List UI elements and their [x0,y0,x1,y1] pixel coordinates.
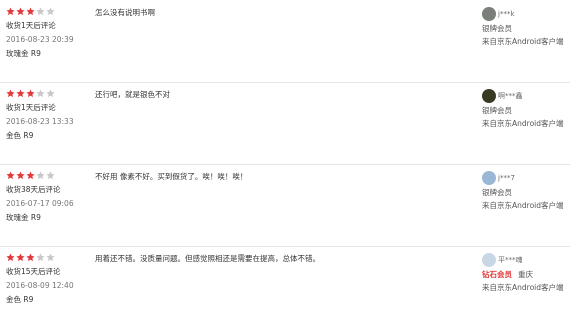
avatar[interactable] [482,89,496,103]
review-meta: 收货1天后评论 2016-08-23 13:33 金色 R9 [6,89,96,143]
star-filled-icon [6,7,15,16]
avatar[interactable] [482,7,496,21]
member-level: 银牌会员 [482,24,512,33]
review-comment: 不好用 像素不好。买到假货了。唉！唉！唉！ [95,172,248,181]
star-empty-icon [46,7,55,16]
star-filled-icon [26,7,35,16]
star-empty-icon [36,171,45,180]
star-rating [6,171,96,180]
review-item: 收货38天后评论 2016-07-17 09:06 玫瑰金 R9 不好用 像素不… [0,164,570,247]
review-item: 收货1天后评论 2016-08-23 20:39 玫瑰金 R9 怎么没有说明书啊… [0,0,570,83]
star-filled-icon [16,89,25,98]
review-date: 2016-08-23 20:39 [6,35,74,44]
review-item: 收货15天后评论 2016-08-09 12:40 金色 R9 用着还不错。没质… [0,246,570,328]
member-level: 银牌会员 [482,188,512,197]
star-filled-icon [26,89,35,98]
product-color: 玫瑰金 R9 [6,213,41,222]
star-filled-icon [16,253,25,262]
reviewer-name[interactable]: 啊***鑫 [498,91,523,101]
review-source: 来自京东Android客户端 [482,119,564,128]
reviewer-name[interactable]: j***k [498,10,515,18]
review-meta: 收货15天后评论 2016-08-09 12:40 金色 R9 [6,253,96,307]
reviewer-name[interactable]: 平***魂 [498,255,523,265]
review-date: 2016-07-17 09:06 [6,199,74,208]
avatar[interactable] [482,171,496,185]
review-meta: 收货38天后评论 2016-07-17 09:06 玫瑰金 R9 [6,171,96,225]
review-date: 2016-08-09 12:40 [6,281,74,290]
purchase-note: 收货38天后评论 [6,185,61,194]
star-filled-icon [26,171,35,180]
reviewer-info: j***k 银牌会员 来自京东Android客户端 [482,6,570,48]
star-rating [6,89,96,98]
review-date: 2016-08-23 13:33 [6,117,74,126]
review-source: 来自京东Android客户端 [482,201,564,210]
purchase-note: 收货15天后评论 [6,267,61,276]
star-filled-icon [26,253,35,262]
product-color: 金色 R9 [6,295,34,304]
star-filled-icon [6,89,15,98]
star-filled-icon [6,171,15,180]
star-empty-icon [36,89,45,98]
reviewer-location: 重庆 [518,270,533,279]
review-comment: 怎么没有说明书啊 [95,8,155,17]
reviewer-info: 平***魂 钻石会员 重庆 来自京东Android客户端 [482,252,570,294]
star-filled-icon [16,171,25,180]
star-empty-icon [46,89,55,98]
star-filled-icon [6,253,15,262]
product-color: 玫瑰金 R9 [6,49,41,58]
member-level: 钻石会员 [482,270,512,279]
star-empty-icon [46,171,55,180]
star-empty-icon [36,253,45,262]
review-meta: 收货1天后评论 2016-08-23 20:39 玫瑰金 R9 [6,7,96,61]
reviewer-name[interactable]: j***7 [498,174,515,182]
star-filled-icon [16,7,25,16]
purchase-note: 收货1天后评论 [6,103,56,112]
review-item: 收货1天后评论 2016-08-23 13:33 金色 R9 还行吧，就是银色不… [0,82,570,165]
review-source: 来自京东Android客户端 [482,37,564,46]
reviewer-info: j***7 银牌会员 来自京东Android客户端 [482,170,570,212]
reviewer-info: 啊***鑫 银牌会员 来自京东Android客户端 [482,88,570,130]
star-empty-icon [46,253,55,262]
product-color: 金色 R9 [6,131,34,140]
star-empty-icon [36,7,45,16]
member-level: 银牌会员 [482,106,512,115]
purchase-note: 收货1天后评论 [6,21,56,30]
review-comment: 还行吧，就是银色不对 [95,90,170,99]
star-rating [6,7,96,16]
review-comment: 用着还不错。没质量问题。但感觉照相还是需要在提高，总体不错。 [95,254,320,263]
avatar[interactable] [482,253,496,267]
star-rating [6,253,96,262]
review-source: 来自京东Android客户端 [482,283,564,292]
